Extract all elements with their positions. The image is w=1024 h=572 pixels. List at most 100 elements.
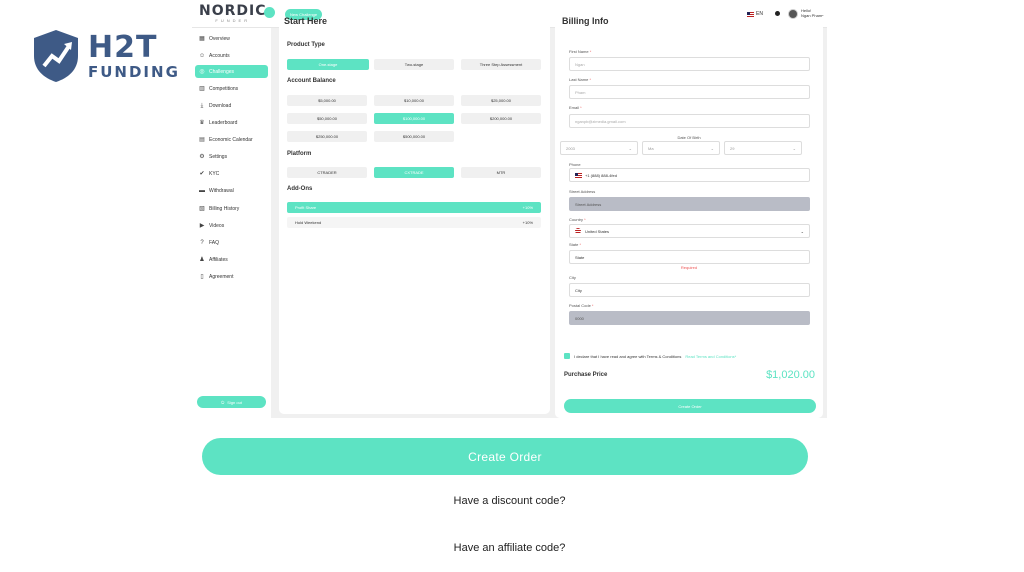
city-field[interactable]: City — [569, 283, 810, 297]
dob-month-select[interactable]: Ma ⌄ — [642, 141, 720, 155]
last-name-label: Last Name * — [569, 77, 592, 82]
addon-hold-weekend[interactable]: Hold Weekend +10% — [287, 217, 541, 228]
email-field[interactable]: nganpb@zimedia.gmail.com — [569, 114, 810, 128]
dob-label: Date Of Birth — [677, 135, 701, 140]
trophy-icon: ♛ — [199, 119, 205, 126]
sidebar-item-download[interactable]: ⤓ Download — [195, 99, 268, 112]
state-label: State * — [569, 242, 582, 247]
balance-option[interactable]: $50,000.00 — [287, 113, 367, 124]
first-name-label: First Name * — [569, 49, 592, 54]
city-label: City — [569, 275, 576, 280]
collapse-menu-icon[interactable] — [264, 7, 275, 18]
sidebar-item-settings[interactable]: ⚙ Settings — [195, 150, 268, 163]
sign-out-button[interactable]: ⏻ Sign out — [197, 396, 266, 408]
sidebar-item-kyc[interactable]: ✔ KYC — [195, 167, 268, 180]
balance-option[interactable]: $500,000.00 — [374, 131, 454, 142]
user-name: Ngan Pham — [801, 13, 823, 18]
dob-day-select[interactable]: 29 ⌄ — [724, 141, 802, 155]
balance-option[interactable]: $25,000.00 — [461, 95, 541, 106]
addon-profit-share[interactable]: Profit Share +10% — [287, 202, 541, 213]
create-order-button[interactable]: Create Order — [564, 399, 816, 413]
sidebar-item-overview[interactable]: ▦ Overview — [195, 32, 268, 45]
sidebar-item-agreement[interactable]: ▯ Agreement — [195, 270, 268, 283]
nordic-logo[interactable]: NORDIC FUNDER — [199, 4, 267, 23]
product-three-step[interactable]: Three Step Assessment — [461, 59, 541, 70]
balance-option[interactable]: $200,000.00 — [461, 113, 541, 124]
chevron-down-icon: ⌄ — [800, 228, 804, 234]
create-order-button-large[interactable]: Create Order — [202, 438, 808, 475]
phone-label: Phone — [569, 162, 581, 167]
chevron-down-icon: ⌄ — [710, 145, 714, 151]
theme-toggle-icon[interactable] — [775, 11, 780, 16]
phone-value: +1 (888) 888-4fed — [585, 172, 617, 178]
required-error: Required — [680, 265, 698, 270]
user-icon: ☺ — [199, 52, 206, 59]
video-icon: ▶ — [199, 222, 205, 229]
people-icon: ♟ — [199, 256, 205, 263]
platform-mtr[interactable]: MTR — [461, 167, 541, 178]
first-name-field[interactable]: Ngan — [569, 57, 810, 71]
checkout-footer: Create Order Have a discount code? Have … — [192, 418, 827, 572]
watermark-subtitle: FUNDING — [88, 62, 180, 81]
balance-option[interactable]: $5,000.00 — [287, 95, 367, 106]
dob-year-select[interactable]: 2003 ⌄ — [560, 141, 638, 155]
us-flag-icon — [575, 172, 582, 178]
sidebar-item-videos[interactable]: ▶ Videos — [195, 219, 268, 232]
uk-flag-icon — [747, 11, 754, 17]
billing-info-panel: Billing Info First Name * Ngan Last Name… — [555, 16, 823, 418]
panel-title: Billing Info — [562, 16, 609, 26]
addon-name: Hold Weekend — [295, 220, 322, 225]
dob-month-value: Ma — [648, 145, 654, 151]
postal-code-field[interactable]: 0000 — [569, 311, 810, 325]
avatar[interactable] — [788, 9, 798, 19]
grid-icon: ▦ — [199, 35, 205, 42]
shield-chart-icon — [34, 30, 78, 82]
balance-option[interactable]: $250,000.00 — [287, 131, 367, 142]
receipt-icon: ▧ — [199, 205, 205, 212]
sidebar-item-label: Download — [209, 102, 232, 109]
sidebar-item-challenges[interactable]: ◎ Challenges — [195, 65, 268, 78]
h2t-funding-watermark: H2T FUNDING — [32, 28, 180, 84]
sidebar-item-affiliates[interactable]: ♟ Affiliates — [195, 253, 268, 266]
download-icon: ⤓ — [200, 102, 204, 109]
sidebar-item-label: Competitions — [209, 85, 239, 92]
sidebar-item-leaderboard[interactable]: ♛ Leaderboard — [195, 116, 268, 129]
bar-chart-icon: ▥ — [199, 85, 205, 92]
sidebar-item-label: Agreement — [209, 273, 234, 280]
addon-value: +10% — [522, 205, 533, 210]
platform-label: Platform — [287, 151, 312, 157]
phone-field[interactable]: +1 (888) 888-4fed — [569, 168, 810, 182]
sidebar-item-withdrawal[interactable]: ▬ Withdrawal — [195, 184, 268, 197]
sidebar-item-label: Withdrawal — [209, 187, 234, 194]
balance-option[interactable]: $10,000.00 — [374, 95, 454, 106]
terms-checkbox[interactable] — [564, 353, 570, 359]
user-menu[interactable]: Hello! Ngan Pham — [801, 8, 822, 18]
country-value: United States — [585, 228, 610, 234]
platform-cxtrade[interactable]: CXTRADE — [374, 167, 454, 178]
chevron-down-icon[interactable]: ⌄ — [821, 12, 824, 17]
affiliate-code-link[interactable]: Have an affiliate code? — [192, 542, 827, 554]
panel-title: Start Here — [284, 16, 328, 26]
platform-ctrader[interactable]: CTRADER — [287, 167, 367, 178]
street-address-field[interactable]: Street Address — [569, 197, 810, 211]
sidebar-item-economic-calendar[interactable]: ▤ Economic Calendar — [195, 133, 268, 146]
power-icon: ⏻ — [221, 399, 225, 405]
balance-option-selected[interactable]: $100,000.00 — [374, 113, 454, 124]
sidebar-item-faq[interactable]: ? FAQ — [195, 236, 268, 249]
discount-code-link[interactable]: Have a discount code? — [192, 495, 827, 507]
product-one-stage[interactable]: One-stage — [287, 59, 369, 70]
sidebar-item-competitions[interactable]: ▥ Competitions — [195, 82, 268, 95]
language-selector[interactable]: EN — [747, 11, 763, 17]
chevron-down-icon: ⌄ — [792, 145, 796, 151]
sidebar-item-billing-history[interactable]: ▧ Billing History — [195, 202, 268, 215]
last-name-field[interactable]: Pham — [569, 85, 810, 99]
product-two-stage[interactable]: Two-stage — [374, 59, 454, 70]
sidebar-item-label: FAQ — [209, 239, 220, 246]
calendar-icon: ▤ — [199, 136, 205, 143]
state-field[interactable]: State — [569, 250, 810, 264]
country-select[interactable]: United States ⌄ — [569, 224, 810, 238]
terms-link[interactable]: Read Terms and Conditions* — [685, 354, 736, 359]
us-flag-icon — [575, 228, 581, 234]
sidebar-item-label: Billing History — [209, 205, 240, 212]
sidebar-item-accounts[interactable]: ☺ Accounts — [195, 49, 268, 62]
